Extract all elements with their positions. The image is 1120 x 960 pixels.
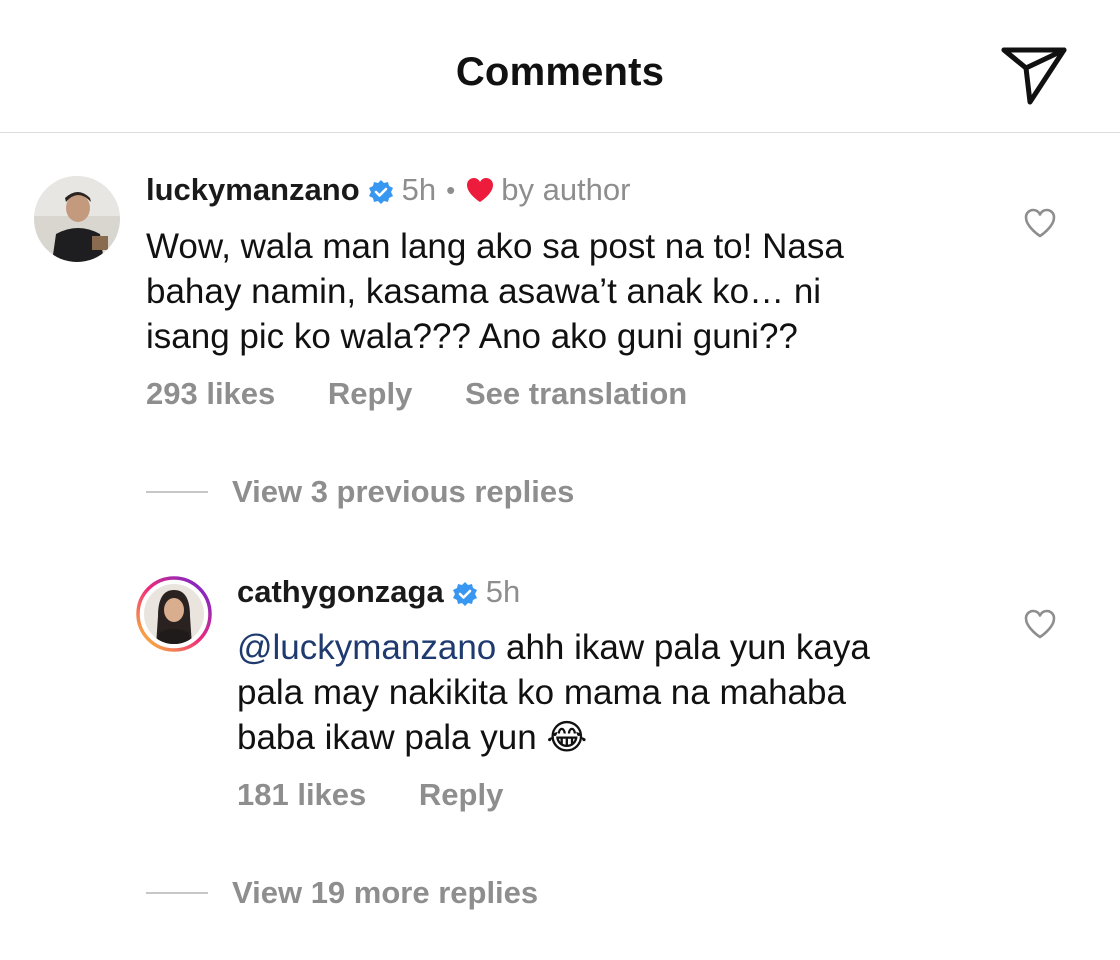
comment-time: 5h (401, 172, 437, 207)
comment-username[interactable]: cathygonzaga (237, 574, 444, 610)
comment-header: luckymanzano 5h • by author (146, 172, 630, 208)
comment-line: isang pic ko wala??? Ano ako guni guni?? (146, 317, 798, 356)
heart-outline-icon (1024, 208, 1056, 238)
share-button[interactable] (998, 42, 1070, 108)
avatar[interactable] (34, 176, 120, 262)
comments-header: Comments (0, 0, 1120, 133)
comment-actions: 293 likes Reply See translation (146, 376, 731, 412)
mention-link[interactable]: @luckymanzano (237, 628, 496, 667)
comment-line-text: ahh ikaw pala yun kaya (506, 628, 870, 667)
page-title: Comments (455, 50, 665, 94)
comment-username[interactable]: luckymanzano (146, 172, 360, 208)
avatar[interactable] (136, 576, 212, 652)
view-replies-label: View 19 more replies (232, 875, 539, 910)
comment-line: @luckymanzano ahh ikaw pala yun kaya (237, 625, 977, 670)
comment-line: Wow, wala man lang ako sa post na to! Na… (146, 227, 844, 266)
view-more-replies-button[interactable]: View 19 more replies (146, 875, 538, 911)
view-previous-replies-button[interactable]: View 3 previous replies (146, 474, 574, 510)
heart-outline-icon (1024, 609, 1056, 639)
by-author-label: by author (501, 172, 631, 207)
comment-text: Wow, wala man lang ako sa post na to! Na… (146, 224, 966, 359)
laughing-emoji: 😂 (546, 718, 588, 758)
likes-count[interactable]: 293 likes (146, 376, 275, 411)
replies-divider-line (146, 892, 208, 894)
likes-count[interactable]: 181 likes (237, 777, 366, 812)
separator-dot: • (446, 174, 456, 205)
comment-line: baba ikaw pala yun 😂 (237, 715, 977, 761)
comment-actions: 181 likes Reply (237, 777, 547, 813)
comment-line: bahay namin, kasama asawa’t anak ko… ni (146, 272, 822, 311)
replies-divider-line (146, 491, 208, 493)
view-replies-label: View 3 previous replies (232, 474, 575, 509)
like-comment-button[interactable] (1023, 207, 1057, 239)
reply-button[interactable]: Reply (328, 376, 412, 411)
paper-plane-icon (1001, 47, 1067, 105)
like-comment-button[interactable] (1023, 608, 1057, 640)
comment-header: cathygonzaga 5h (237, 574, 520, 610)
reply-button[interactable]: Reply (419, 777, 503, 812)
comment-line: pala may nakikita ko mama na mahaba (237, 673, 846, 712)
comment-text: @luckymanzano ahh ikaw pala yun kaya pal… (237, 625, 977, 761)
comment-time: 5h (485, 574, 521, 609)
see-translation-button[interactable]: See translation (465, 376, 687, 411)
liked-heart-icon (465, 176, 495, 204)
verified-badge-icon (452, 579, 478, 606)
comment-line-text: baba ikaw pala yun (237, 718, 537, 757)
verified-badge-icon (368, 177, 394, 204)
